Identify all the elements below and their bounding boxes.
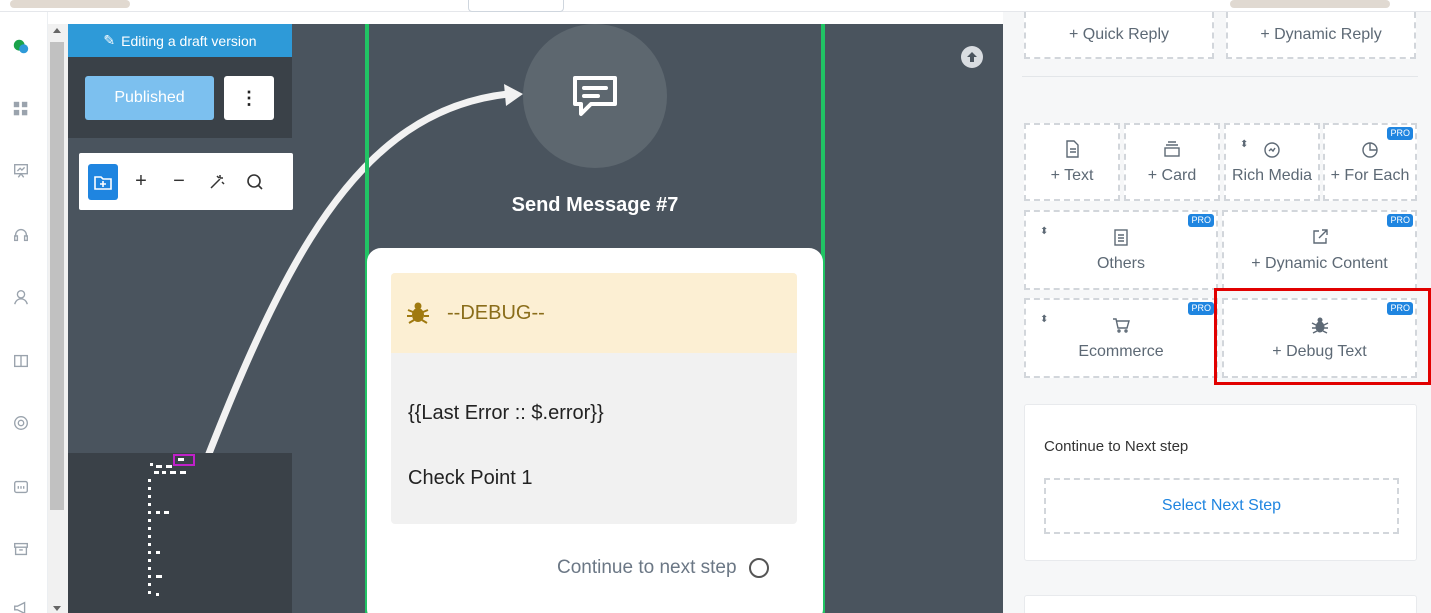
top-bar-button[interactable] [468, 0, 564, 12]
draft-version-banner: ✎ Editing a draft version [68, 24, 292, 57]
quick-reply-label: + Quick Reply [1068, 25, 1170, 43]
top-bar [0, 0, 1431, 12]
scrollbar-thumb[interactable] [50, 42, 64, 510]
debug-heading: --DEBUG-- [447, 301, 545, 324]
select-next-step-button[interactable]: Select Next Step [1044, 478, 1399, 534]
headset-icon[interactable] [10, 224, 32, 246]
connector-handle[interactable] [748, 558, 769, 578]
more-options-button[interactable]: ⋮ [224, 76, 274, 120]
top-bar-logo [10, 0, 130, 8]
edit-icon: ✎ [103, 32, 116, 48]
sort-icon: ⬍ [1040, 314, 1049, 325]
next-step-card: Continue to Next step Select Next Step [1024, 404, 1417, 561]
dashboard-grid-icon[interactable] [10, 98, 32, 120]
canvas-toolbar: + − [79, 153, 293, 210]
pie-chart-icon [1362, 142, 1378, 158]
vertical-scrollbar[interactable] [48, 24, 68, 613]
pro-badge: PRO [1188, 302, 1214, 315]
add-text-button[interactable]: + Text [1024, 123, 1120, 201]
published-button[interactable]: Published [85, 76, 214, 120]
zoom-in-button[interactable]: + [126, 164, 156, 200]
node-card[interactable]: --DEBUG-- {{Last Error :: $.error}} Chec… [367, 248, 823, 613]
canvas-minimap[interactable] [68, 453, 292, 613]
top-bar-avatar[interactable] [1230, 0, 1390, 8]
others-label: Others [1096, 255, 1145, 272]
chat-bubbles-icon[interactable] [10, 36, 32, 58]
add-card-button[interactable]: + Card [1124, 123, 1220, 201]
message-icon [573, 76, 617, 116]
pro-badge: PRO [1387, 127, 1413, 140]
quick-reply-button[interactable]: + Quick Reply [1024, 12, 1214, 59]
archive-icon[interactable] [10, 538, 32, 560]
publish-panel: Published ⋮ [68, 57, 292, 138]
pro-badge: PRO [1387, 214, 1413, 227]
bottom-card [1024, 595, 1417, 613]
arrow-up-icon [967, 52, 977, 62]
external-link-icon [1312, 229, 1328, 244]
flow-canvas[interactable]: ✎ Editing a draft version Published ⋮ + … [68, 24, 1003, 613]
debug-line-checkpoint: Check Point 1 [408, 467, 533, 489]
sort-icon: ⬍ [1040, 226, 1049, 237]
rich-media-button[interactable]: ⬍ Rich Media [1224, 123, 1320, 201]
user-icon[interactable] [10, 286, 32, 308]
debug-message-block[interactable]: --DEBUG-- {{Last Error :: $.error}} Chec… [391, 273, 797, 524]
list-box-icon [1114, 229, 1128, 246]
megaphone-icon[interactable] [10, 597, 32, 613]
auto-layout-button[interactable] [202, 164, 232, 200]
folder-plus-icon [94, 175, 112, 190]
dynamic-content-button[interactable]: PRO + Dynamic Content [1222, 210, 1417, 290]
dynamic-reply-button[interactable]: + Dynamic Reply [1226, 12, 1416, 59]
node-title: Send Message #7 [511, 194, 679, 216]
for-each-button[interactable]: PRO + For Each [1323, 123, 1417, 201]
debug-line-error: {{Last Error :: $.error}} [408, 402, 604, 424]
card-stack-icon [1164, 141, 1180, 157]
minus-icon: − [173, 170, 185, 192]
gauge-icon [1264, 142, 1280, 158]
continue-to-next-step[interactable]: Continue to next step [557, 557, 769, 579]
scroll-up-arrow-icon[interactable] [53, 28, 61, 33]
left-icon-rail [0, 12, 48, 613]
keyboard-icon[interactable] [10, 476, 32, 498]
sort-icon: ⬍ [1240, 139, 1249, 150]
debug-header: --DEBUG-- [391, 273, 797, 353]
add-card-label: + Card [1147, 167, 1197, 184]
scroll-down-arrow-icon[interactable] [53, 606, 61, 611]
bug-icon [407, 302, 429, 324]
rich-media-label: Rich Media [1231, 167, 1313, 184]
columns-icon[interactable] [10, 350, 32, 372]
search-canvas-button[interactable] [240, 164, 270, 200]
zoom-out-button[interactable]: − [164, 164, 194, 200]
pro-badge: PRO [1188, 214, 1214, 227]
dynamic-reply-label: + Dynamic Reply [1260, 25, 1382, 43]
add-folder-button[interactable] [88, 163, 118, 200]
node-icon-circle[interactable] [523, 24, 667, 168]
dynamic-content-label: + Dynamic Content [1251, 255, 1388, 272]
presentation-icon[interactable] [10, 160, 32, 182]
lifebuoy-icon[interactable] [10, 412, 32, 434]
continue-text: Continue to next step [557, 557, 737, 578]
for-each-label: + For Each [1330, 167, 1410, 184]
cart-icon [1113, 318, 1130, 333]
search-icon [247, 173, 263, 190]
scroll-top-button[interactable] [961, 46, 983, 68]
plus-icon: + [135, 170, 147, 192]
draft-banner-text: Editing a draft version [121, 32, 257, 49]
document-icon [1066, 140, 1079, 158]
ecommerce-button[interactable]: PRO ⬍ Ecommerce [1024, 298, 1218, 378]
magic-wand-icon [210, 174, 225, 189]
add-text-label: + Text [1050, 167, 1094, 184]
minimap-graph [148, 454, 195, 596]
panel-divider [1022, 76, 1418, 77]
continue-next-step-label: Continue to Next step [1044, 438, 1189, 455]
ecommerce-label: Ecommerce [1078, 343, 1164, 360]
highlight-box [1214, 288, 1431, 385]
others-button[interactable]: PRO ⬍ Others [1024, 210, 1218, 290]
